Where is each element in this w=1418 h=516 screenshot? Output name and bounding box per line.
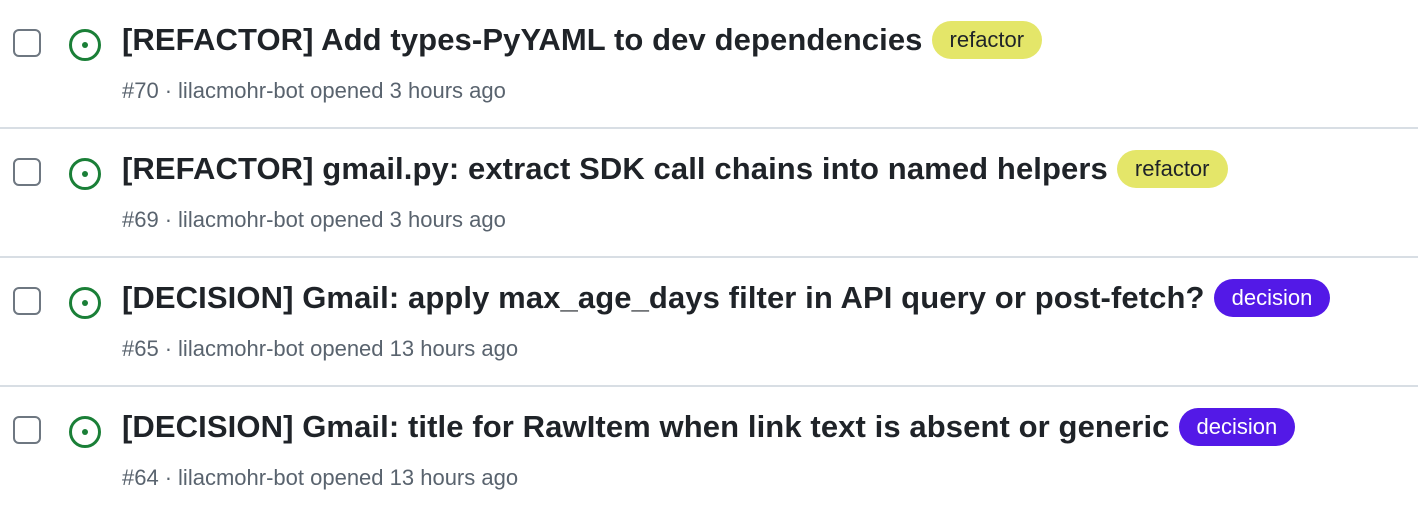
opened-time: opened 3 hours ago — [310, 207, 506, 232]
issue-number: #64 — [122, 465, 159, 490]
issue-number: #69 — [122, 207, 159, 232]
issue-opened-icon — [69, 29, 101, 61]
author-link[interactable]: lilacmohr-bot — [178, 207, 304, 232]
title-line: [REFACTOR] gmail.py: extract SDK call ch… — [122, 149, 1228, 189]
issue-number: #65 — [122, 336, 159, 361]
select-checkbox[interactable] — [13, 158, 41, 186]
issue-title-link[interactable]: [REFACTOR] Add types-PyYAML to dev depen… — [122, 20, 923, 60]
issue-opened-icon — [69, 158, 101, 190]
title-line: [REFACTOR] Add types-PyYAML to dev depen… — [122, 20, 1043, 60]
meta-separator: · — [164, 336, 173, 361]
issue-title-link[interactable]: [REFACTOR] gmail.py: extract SDK call ch… — [122, 149, 1108, 189]
issue-opened-icon — [69, 416, 101, 448]
label-refactor[interactable]: refactor — [1116, 150, 1228, 188]
author-link[interactable]: lilacmohr-bot — [178, 465, 304, 490]
label-decision[interactable]: decision — [1178, 408, 1296, 446]
issue-row: [DECISION] Gmail: apply max_age_days fil… — [0, 258, 1418, 387]
label-decision[interactable]: decision — [1213, 279, 1331, 317]
issue-list: [REFACTOR] Add types-PyYAML to dev depen… — [0, 0, 1418, 516]
meta-separator: · — [164, 78, 173, 103]
issue-meta: #65 · lilacmohr-bot opened 13 hours ago — [122, 334, 518, 364]
author-link[interactable]: lilacmohr-bot — [178, 78, 304, 103]
meta-separator: · — [164, 207, 173, 232]
issue-number: #70 — [122, 78, 159, 103]
issue-title-link[interactable]: [DECISION] Gmail: title for RawItem when… — [122, 407, 1170, 447]
opened-time: opened 3 hours ago — [310, 78, 506, 103]
issue-title-link[interactable]: [DECISION] Gmail: apply max_age_days fil… — [122, 278, 1205, 318]
author-link[interactable]: lilacmohr-bot — [178, 336, 304, 361]
issue-meta: #69 · lilacmohr-bot opened 3 hours ago — [122, 205, 506, 235]
issue-meta: #70 · lilacmohr-bot opened 3 hours ago — [122, 76, 506, 106]
issue-row: [DECISION] Gmail: title for RawItem when… — [0, 387, 1418, 516]
issue-meta: #64 · lilacmohr-bot opened 13 hours ago — [122, 463, 518, 493]
issue-opened-icon — [69, 287, 101, 319]
issue-row: [REFACTOR] gmail.py: extract SDK call ch… — [0, 129, 1418, 258]
select-checkbox[interactable] — [13, 287, 41, 315]
opened-time: opened 13 hours ago — [310, 465, 519, 490]
title-line: [DECISION] Gmail: title for RawItem when… — [122, 407, 1296, 447]
issue-row: [REFACTOR] Add types-PyYAML to dev depen… — [0, 0, 1418, 129]
title-line: [DECISION] Gmail: apply max_age_days fil… — [122, 278, 1331, 318]
meta-separator: · — [164, 465, 173, 490]
select-checkbox[interactable] — [13, 29, 41, 57]
select-checkbox[interactable] — [13, 416, 41, 444]
opened-time: opened 13 hours ago — [310, 336, 519, 361]
label-refactor[interactable]: refactor — [931, 21, 1043, 59]
